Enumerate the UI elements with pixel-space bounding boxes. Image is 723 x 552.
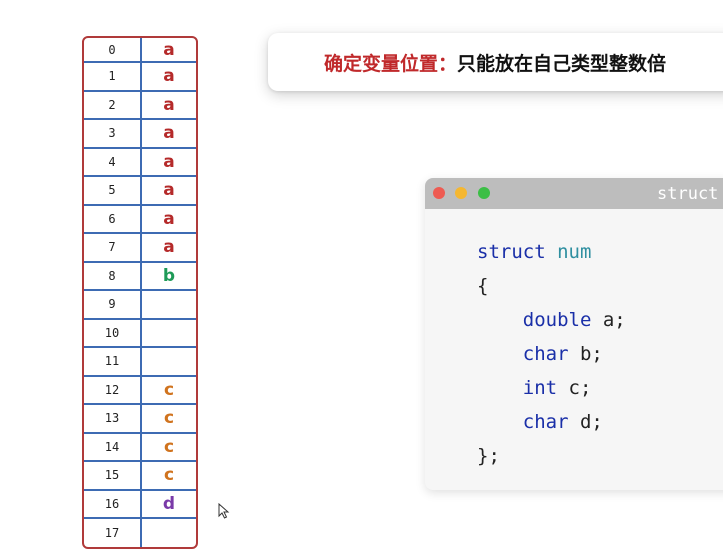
maximize-dot-icon[interactable] (478, 187, 490, 199)
code-text: d; (568, 411, 603, 433)
memory-row: 11 (84, 348, 196, 377)
memory-row: 0a (84, 38, 196, 63)
byte-variable (142, 291, 196, 318)
byte-index: 5 (84, 177, 142, 204)
banner-text: 只能放在自己类型整数倍 (457, 52, 667, 75)
byte-index: 0 (84, 38, 142, 61)
memory-row: 9 (84, 291, 196, 320)
code-line: int c; (477, 371, 626, 405)
byte-index: 13 (84, 405, 142, 432)
memory-layout-table: 0 a 1 a 2 a 3 a 4 a 5 a 6 a 7 a 8 b 9 10 11 12 c 13 c 14 c 15 c 16 d 17 (82, 36, 198, 549)
code-text: c; (557, 377, 592, 399)
code-window: struct struct num { double a; char b; in… (425, 178, 723, 490)
memory-row: 4a (84, 148, 196, 177)
code-line: { (477, 275, 489, 297)
byte-variable: c (163, 465, 175, 486)
byte-variable: a (163, 123, 175, 144)
memory-row: 5a (84, 177, 196, 206)
keyword: char (522, 343, 569, 365)
keyword: int (522, 377, 558, 399)
byte-index: 15 (84, 462, 142, 489)
close-dot-icon[interactable] (433, 187, 445, 199)
byte-variable: a (163, 94, 175, 115)
byte-index: 3 (84, 120, 142, 147)
memory-row: 17 (84, 519, 196, 547)
byte-index: 7 (84, 234, 142, 261)
byte-index: 10 (84, 319, 142, 346)
memory-row: 6a (84, 205, 196, 234)
memory-row: 15 c (84, 462, 196, 491)
byte-variable: c (163, 408, 175, 429)
keyword: char (522, 411, 569, 433)
code-line: struct num (477, 235, 626, 269)
memory-row: 10 (84, 319, 196, 348)
banner-keyword: 确定变量位置： (324, 52, 458, 75)
mouse-cursor-icon (218, 503, 230, 519)
window-title: struct (657, 184, 719, 204)
keyword: struct (477, 241, 546, 263)
code-block: struct num { double a; char b; int c; ch… (477, 235, 626, 473)
byte-index: 17 (84, 519, 142, 547)
window-titlebar: struct (425, 178, 723, 209)
byte-variable (142, 320, 196, 347)
memory-row: 1a (84, 63, 196, 92)
byte-index: 4 (84, 148, 142, 175)
byte-variable (142, 348, 196, 375)
memory-row: 3a (84, 120, 196, 149)
code-line: char d; (477, 405, 626, 439)
memory-row: 2a (84, 91, 196, 120)
memory-row: 7a (84, 234, 196, 263)
title-banner: 确定变量位置： 只能放在自己类型整数倍 (268, 33, 723, 91)
byte-index: 8 (84, 262, 142, 289)
code-text: a; (591, 309, 626, 331)
code-line: }; (477, 445, 500, 467)
byte-variable: a (163, 39, 175, 60)
keyword: double (522, 309, 592, 331)
memory-row: 12 c (84, 376, 196, 405)
memory-row: 8b (84, 262, 196, 291)
byte-index: 6 (84, 205, 142, 232)
byte-variable: a (163, 237, 175, 258)
byte-variable: a (163, 66, 175, 87)
code-text: b; (568, 343, 603, 365)
memory-row: 16 d (84, 490, 196, 519)
byte-variable: d (162, 493, 176, 514)
code-line: double a; (477, 303, 626, 337)
byte-variable: c (163, 436, 175, 457)
byte-variable: c (163, 379, 175, 400)
byte-index: 12 (84, 376, 142, 403)
type-name: num (557, 241, 592, 263)
byte-variable (142, 519, 196, 547)
byte-variable: b (162, 265, 176, 286)
byte-index: 16 (84, 490, 142, 517)
byte-index: 2 (84, 91, 142, 118)
code-line: char b; (477, 337, 626, 371)
byte-variable: a (163, 208, 175, 229)
minimize-dot-icon[interactable] (455, 187, 467, 199)
byte-index: 14 (84, 433, 142, 460)
byte-index: 11 (84, 348, 142, 375)
byte-index: 1 (84, 63, 142, 90)
byte-variable: a (163, 151, 175, 172)
memory-row: 14 c (84, 433, 196, 462)
byte-variable: a (163, 180, 175, 201)
memory-row: 13 c (84, 405, 196, 434)
byte-index: 9 (84, 291, 142, 318)
